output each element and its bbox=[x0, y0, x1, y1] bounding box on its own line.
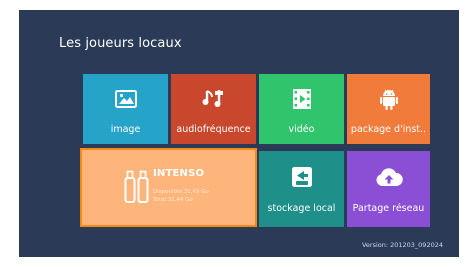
cloud-upload-icon bbox=[375, 167, 403, 191]
video-label: vidéo bbox=[288, 124, 315, 135]
android-icon bbox=[379, 87, 399, 115]
usb-drive-tile[interactable]: INTENSO Disponible:31,43 Go Total:31,44 … bbox=[80, 148, 257, 227]
local-storage-label: stockage local bbox=[267, 203, 336, 214]
local-storage-tile[interactable]: stockage local bbox=[259, 151, 344, 227]
network-share-label: Partage réseau bbox=[352, 203, 425, 214]
usb-total-space: Total:31,44 Go bbox=[153, 197, 193, 203]
audio-label: audiofréquence bbox=[176, 124, 251, 135]
usb-available-space: Disponible:31,43 Go bbox=[153, 189, 209, 195]
music-icon bbox=[202, 88, 226, 112]
page-title: Les joueurs locaux bbox=[59, 36, 182, 51]
image-icon bbox=[114, 90, 137, 112]
usb-drive-icon bbox=[124, 170, 150, 208]
package-label: package d'inst.. bbox=[350, 124, 427, 135]
video-tile[interactable]: vidéo bbox=[259, 74, 344, 144]
package-tile[interactable]: package d'inst.. bbox=[347, 74, 430, 144]
image-tile[interactable]: image bbox=[83, 74, 168, 144]
local-storage-icon bbox=[291, 166, 313, 192]
local-players-screen: Les joueurs locaux image audiofréquence bbox=[19, 10, 459, 257]
audio-tile[interactable]: audiofréquence bbox=[171, 74, 256, 144]
network-share-tile[interactable]: Partage réseau bbox=[347, 151, 430, 227]
usb-drive-name: INTENSO bbox=[153, 168, 205, 179]
image-label: image bbox=[110, 124, 141, 135]
version-text: Version: 201203_092024 bbox=[361, 241, 443, 249]
film-icon bbox=[292, 88, 312, 114]
